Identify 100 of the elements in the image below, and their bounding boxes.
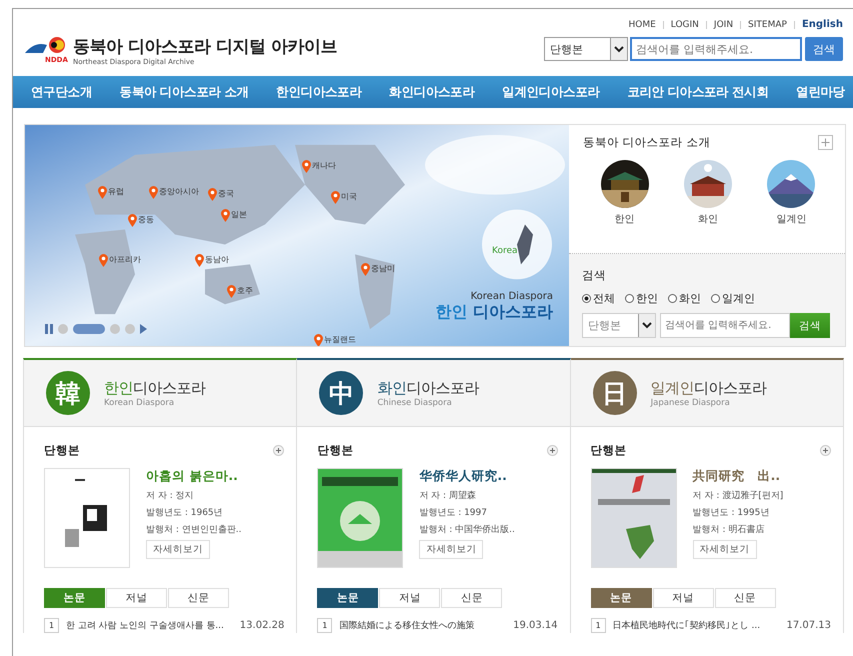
map-pin[interactable]: 일본	[221, 209, 247, 222]
book-year: 발행년도 : 1965년	[146, 507, 224, 519]
book-year: 발행년도 : 1997	[419, 507, 488, 519]
pin-icon	[302, 160, 311, 173]
article-date: 17.07.13	[786, 620, 831, 631]
radio-option[interactable]: 전체	[582, 291, 615, 306]
search-field[interactable]: 검색어를 입력해주세요.	[660, 313, 790, 338]
tab[interactable]: 신문	[441, 588, 502, 608]
book-author: 저 자 : 周望森	[419, 490, 477, 502]
map-pin[interactable]: 호주	[227, 285, 253, 298]
pin-icon	[195, 254, 204, 267]
map-pin[interactable]: 동남아	[195, 254, 229, 267]
tab[interactable]: 신문	[168, 588, 229, 608]
map-pin[interactable]: 캐나다	[302, 160, 336, 173]
book-author: 저 자 : 渡辺雅子[편저]	[692, 490, 784, 502]
category-select[interactable]: 단행본	[582, 313, 656, 338]
book-publisher: 발행처 : 中国华侨出版..	[419, 524, 515, 536]
top-link[interactable]: SITEMAP	[748, 20, 787, 30]
nav-item[interactable]: 열린마당	[796, 84, 845, 100]
pin-icon	[227, 285, 236, 298]
book-publisher: 발행처 : 연변인민출판..	[146, 524, 242, 536]
pin-icon	[149, 186, 158, 199]
map-pin[interactable]: 중남미	[361, 263, 395, 276]
panel-title[interactable]: 일계인디아스포라	[650, 378, 767, 398]
plus-icon[interactable]	[273, 445, 284, 456]
section-title: 단행본	[44, 443, 80, 458]
category-label[interactable]: 화인	[698, 212, 718, 226]
panel-title[interactable]: 한인디아스포라	[104, 378, 206, 398]
book-title[interactable]: 共同研究 出..	[692, 468, 784, 485]
pin-icon	[361, 263, 370, 276]
nav-item[interactable]: 코리안 디아스포라 전시회	[627, 84, 769, 100]
plus-icon[interactable]	[818, 135, 833, 150]
nav-item[interactable]: 한인디아스포라	[276, 84, 362, 100]
tab[interactable]: 저널	[652, 588, 714, 608]
panel-title[interactable]: 화인디아스포라	[377, 378, 479, 398]
section-title: 검색	[582, 268, 607, 283]
tab[interactable]: 논문	[317, 588, 378, 608]
radio-option[interactable]: 한인	[625, 291, 658, 306]
map-pin[interactable]: 뉴질랜드	[314, 334, 356, 346]
search-field[interactable]: 검색어를 입력해주세요.	[630, 37, 802, 61]
nav-item[interactable]: 동북아 디아스포라 소개	[120, 84, 249, 100]
pin-icon	[314, 334, 323, 346]
map-pin[interactable]: 중앙아시아	[149, 186, 199, 199]
search-button[interactable]: 검색	[805, 37, 843, 61]
item-number: 1	[317, 618, 332, 633]
pause-icon[interactable]	[45, 324, 53, 334]
search-button[interactable]: 검색	[790, 313, 830, 338]
tab[interactable]: 저널	[106, 588, 167, 608]
map-pin[interactable]: 아프리카	[99, 254, 141, 267]
site-title[interactable]: 동북아 디아스포라 디지털 아카이브	[73, 35, 337, 58]
pin-icon	[128, 214, 137, 227]
pin-icon	[208, 188, 217, 201]
plus-icon[interactable]	[546, 445, 558, 456]
pin-icon	[221, 209, 230, 222]
book-year: 발행년도 : 1995년	[692, 507, 770, 519]
top-link[interactable]: HOME	[628, 20, 656, 30]
caret-icon	[642, 322, 652, 329]
book-publisher: 발행처 : 明石書店	[692, 524, 766, 536]
nav-item[interactable]: 일계인디아스포라	[502, 84, 600, 100]
banner-title: 한인 디아스포라	[435, 302, 553, 323]
map-pin[interactable]: 중국	[208, 188, 234, 201]
slide-indicator[interactable]	[73, 324, 105, 334]
category-label[interactable]: 일계인	[776, 212, 806, 226]
nav-item[interactable]: 화인디아스포라	[389, 84, 475, 100]
tab[interactable]: 저널	[379, 588, 440, 608]
top-link[interactable]: English	[802, 19, 843, 30]
category-select[interactable]: 단행본	[544, 37, 628, 61]
pin-icon	[99, 254, 108, 267]
category-label[interactable]: 한인	[614, 212, 635, 226]
pin-icon	[98, 186, 107, 199]
map-pin[interactable]: 미국	[331, 191, 357, 204]
item-number: 1	[590, 618, 606, 633]
radio-option[interactable]: 화인	[668, 291, 701, 306]
tab[interactable]: 논문	[44, 588, 105, 608]
details-button[interactable]: 자세히보기	[692, 540, 757, 559]
banner-subtitle: Korean Diaspora	[470, 291, 553, 302]
article-link[interactable]: 日本植民地時代に｢契約移民｣とし ...	[612, 619, 780, 632]
article-date: 19.03.14	[513, 620, 558, 631]
tab[interactable]: 신문	[714, 588, 776, 608]
article-link[interactable]: 国際結婚による移住女性への施策	[339, 619, 506, 632]
play-icon[interactable]	[140, 324, 147, 334]
nav-item[interactable]: 연구단소개	[31, 84, 92, 100]
article-link[interactable]: 한 고려 사람 노인의 구술생애사를 통...	[66, 619, 233, 632]
details-button[interactable]: 자세히보기	[419, 540, 484, 559]
map-pin[interactable]: 중동	[128, 214, 154, 227]
glyph-badge: 韓	[46, 371, 90, 415]
article-date: 13.02.28	[240, 620, 284, 631]
panel-subtitle: Japanese Diaspora	[650, 398, 731, 408]
book-title[interactable]: 아홉의 붉은마..	[146, 468, 242, 485]
plus-icon[interactable]	[820, 445, 831, 456]
top-link[interactable]: JOIN	[714, 20, 734, 30]
details-button[interactable]: 자세히보기	[146, 540, 210, 559]
item-number: 1	[44, 618, 59, 633]
tab[interactable]: 논문	[590, 588, 652, 608]
glyph-badge: 日	[592, 371, 637, 415]
book-title[interactable]: 华侨华人研究..	[419, 468, 515, 485]
map-pin[interactable]: 유럽	[98, 186, 124, 199]
top-link[interactable]: LOGIN	[670, 20, 699, 30]
book-author: 저 자 : 정지	[146, 490, 195, 502]
radio-option[interactable]: 일계인	[711, 291, 755, 306]
